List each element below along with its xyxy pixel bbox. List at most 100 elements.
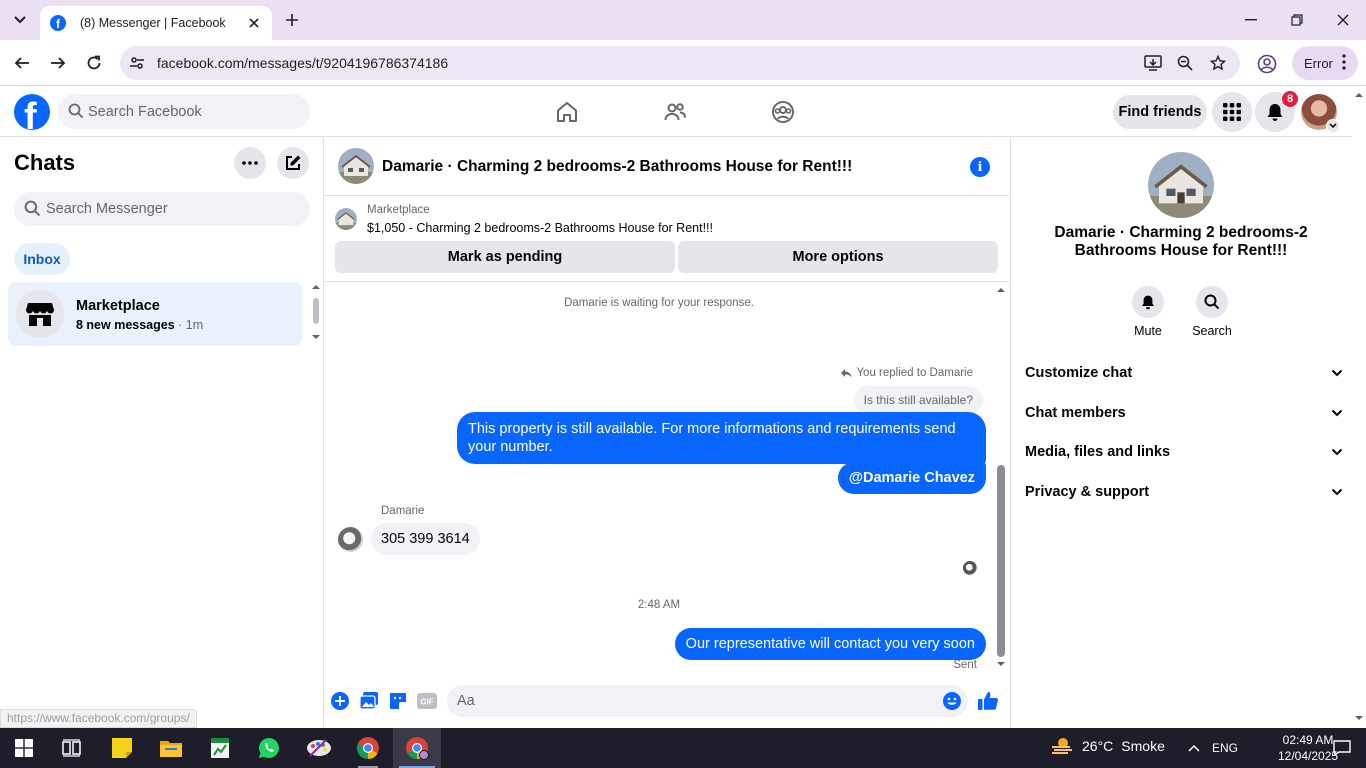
sticker-button[interactable]: [387, 690, 409, 712]
spreadsheet-app[interactable]: [196, 728, 244, 768]
search-in-chat-action[interactable]: Search: [1182, 286, 1242, 338]
attach-photo-button[interactable]: [358, 690, 380, 712]
sticker-icon: [390, 693, 406, 709]
profile-icon[interactable]: [1256, 53, 1278, 75]
chevron-down-icon: [1331, 448, 1343, 456]
tab-search-dropdown-button[interactable]: [6, 8, 34, 32]
task-view-button[interactable]: [48, 728, 96, 768]
conversation-title[interactable]: Damarie · Charming 2 bedrooms-2 Bathroom…: [382, 158, 852, 176]
friends-nav-button[interactable]: [662, 99, 688, 125]
more-actions-button[interactable]: [329, 690, 351, 712]
chrome-profile-app[interactable]: [393, 728, 441, 768]
mute-action[interactable]: Mute: [1118, 286, 1178, 338]
tab-close-button[interactable]: [246, 15, 262, 31]
inbox-filter-tab[interactable]: Inbox: [14, 243, 70, 275]
mark-as-pending-button[interactable]: Mark as pending: [335, 241, 675, 273]
facebook-logo-icon[interactable]: f: [14, 94, 50, 130]
more-options-button[interactable]: More options: [678, 241, 998, 273]
chrome-app[interactable]: [344, 728, 392, 768]
start-button[interactable]: [0, 728, 48, 768]
sticky-notes-app[interactable]: [98, 728, 146, 768]
messenger-search[interactable]: [14, 192, 310, 226]
outgoing-message[interactable]: Our representative will contact you very…: [674, 628, 986, 660]
marketplace-shop-icon: [16, 290, 64, 338]
minimize-button[interactable]: [1228, 0, 1274, 40]
scroll-down-icon: [1355, 716, 1363, 720]
site-info-icon[interactable]: [128, 54, 146, 72]
find-friends-button[interactable]: Find friends: [1113, 95, 1207, 129]
quoted-message[interactable]: Is this still available?: [853, 386, 983, 414]
zoom-icon[interactable]: [1175, 53, 1195, 73]
message-thread: Damarie is waiting for your response. Yo…: [325, 283, 1009, 673]
profile-error-button[interactable]: Error: [1292, 46, 1358, 80]
status-bar-url: https://www.facebook.com/groups/: [0, 709, 197, 728]
account-avatar[interactable]: [1301, 94, 1340, 133]
paint-app[interactable]: [295, 728, 343, 768]
gif-button[interactable]: GIF: [416, 690, 438, 712]
emoji-icon[interactable]: [942, 691, 962, 711]
listing-thumbnail[interactable]: [335, 208, 357, 230]
whatsapp-app[interactable]: [245, 728, 293, 768]
facebook-header: f Find friends 8: [0, 87, 1352, 137]
waiting-notice: Damarie is waiting for your response.: [564, 297, 754, 309]
details-chat-name: Damarie · Charming 2 bedrooms-2 Bathroom…: [1054, 224, 1308, 259]
message-input[interactable]: [457, 685, 927, 717]
listing-house-avatar-large[interactable]: [1148, 152, 1214, 218]
browser-tab-active[interactable]: f (8) Messenger | Facebook: [40, 6, 272, 40]
messenger-search-input[interactable]: [46, 192, 296, 226]
info-icon[interactable]: i: [970, 157, 990, 177]
plus-circle-icon: [331, 692, 349, 710]
grid-menu-icon: [1223, 103, 1241, 121]
sender-avatar[interactable]: [338, 527, 363, 552]
outgoing-message-mention[interactable]: @Damarie Chavez: [837, 462, 986, 494]
bell-icon: [1267, 104, 1283, 121]
outgoing-message[interactable]: This property is still available. For mo…: [457, 412, 986, 464]
page-scrollbar[interactable]: [1352, 87, 1366, 728]
like-send-button[interactable]: [977, 690, 999, 712]
facebook-search[interactable]: [58, 94, 310, 129]
friends-icon: [664, 103, 686, 121]
close-window-button[interactable]: [1320, 0, 1366, 40]
file-explorer-app[interactable]: [147, 728, 195, 768]
weather-widget[interactable]: 26°C Smoke: [1050, 736, 1165, 756]
groups-nav-button[interactable]: [770, 99, 796, 125]
show-hidden-icons-button[interactable]: [1180, 728, 1208, 768]
reply-arrow-icon: [841, 369, 852, 378]
listing-source-label: Marketplace: [367, 204, 430, 216]
chevron-down-icon: [1326, 119, 1340, 133]
back-button[interactable]: [7, 48, 37, 78]
more-horizontal-icon: [242, 161, 258, 165]
gif-icon: GIF: [417, 693, 437, 709]
thread-scrollbar[interactable]: [994, 283, 1008, 673]
home-nav-button[interactable]: [554, 99, 580, 125]
url-text[interactable]: facebook.com/messages/t/9204196786374186: [157, 55, 448, 71]
chevron-down-icon: [1331, 409, 1343, 417]
chat-list-item-marketplace[interactable]: Marketplace 8 new messages · 1m: [8, 282, 302, 346]
restore-button[interactable]: [1274, 0, 1320, 40]
input-language[interactable]: ENG: [1212, 741, 1238, 755]
media-files-links-section[interactable]: Media, files and links: [1025, 435, 1343, 469]
listing-house-avatar[interactable]: [338, 148, 374, 184]
message-composer: GIF: [325, 682, 1009, 722]
forward-button[interactable]: [43, 48, 73, 78]
incoming-message[interactable]: 305 399 3614: [371, 523, 480, 555]
chats-options-button[interactable]: [234, 147, 266, 179]
bookmark-star-icon[interactable]: [1208, 53, 1228, 73]
message-input-container[interactable]: [447, 685, 968, 717]
weather-condition: Smoke: [1121, 738, 1165, 754]
compose-icon: [286, 155, 301, 170]
chat-list-scrollbar[interactable]: [310, 282, 322, 346]
reload-button[interactable]: [79, 48, 109, 78]
privacy-support-section[interactable]: Privacy & support: [1025, 475, 1343, 509]
address-bar[interactable]: facebook.com/messages/t/9204196786374186: [120, 46, 1240, 80]
listing-price-title[interactable]: $1,050 - Charming 2 bedrooms-2 Bathrooms…: [367, 221, 713, 235]
facebook-search-input[interactable]: [88, 94, 298, 129]
chat-members-section[interactable]: Chat members: [1025, 396, 1343, 430]
menu-button[interactable]: [1212, 92, 1252, 132]
new-tab-button[interactable]: [280, 8, 304, 32]
customize-chat-section[interactable]: Customize chat: [1025, 356, 1343, 390]
conversation-panel: Damarie · Charming 2 bedrooms-2 Bathroom…: [325, 138, 1009, 728]
notification-center-button[interactable]: [1318, 728, 1366, 768]
install-app-icon[interactable]: [1143, 53, 1163, 73]
new-message-button[interactable]: [277, 147, 309, 179]
